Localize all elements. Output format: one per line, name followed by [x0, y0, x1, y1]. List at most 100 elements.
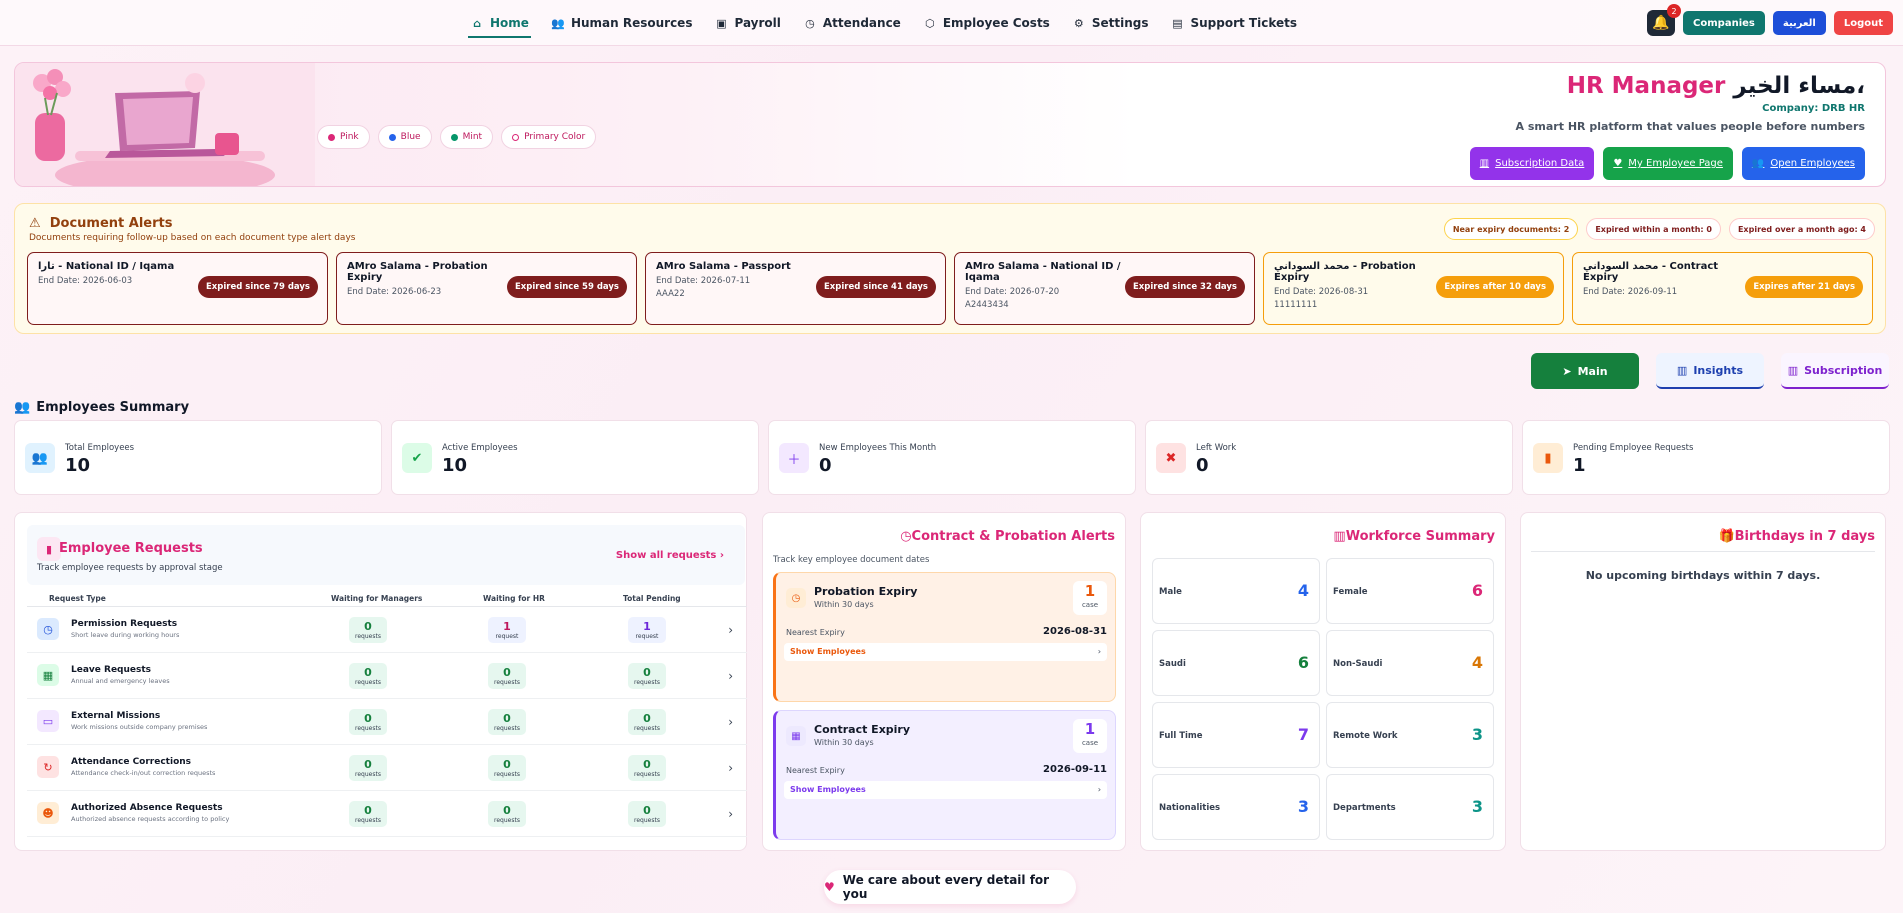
- empty-state: No upcoming birthdays within 7 days.: [1585, 569, 1821, 582]
- stat-label: Pending Employee Requests: [1573, 443, 1694, 453]
- stat-label: New Employees This Month: [819, 443, 937, 453]
- calendar-icon: ▦: [786, 726, 806, 746]
- status-badge: Expires after 21 days: [1745, 276, 1863, 298]
- chart-icon: ▥: [1333, 529, 1346, 544]
- table-row[interactable]: ▦ Leave Requests Annual and emergency le…: [27, 653, 747, 699]
- count-unit: requests: [494, 724, 520, 732]
- alert-card[interactable]: محمد السوداني - Contract Expiry End Date:…: [1572, 252, 1873, 325]
- nav-support-tickets[interactable]: ▤ Support Tickets: [1170, 0, 1297, 46]
- expired-over-month-pill[interactable]: Expired over a month ago: 4: [1728, 218, 1875, 240]
- near-expiry-pill[interactable]: Near expiry documents: 2: [1443, 218, 1579, 240]
- nav-label: Payroll: [734, 16, 781, 30]
- tab-label: Main: [1577, 364, 1608, 378]
- alert-card-title: محمد السوداني - Contract Expiry: [1583, 261, 1719, 283]
- workforce-cell: Full Time 7: [1152, 702, 1320, 768]
- link-label: Show all requests: [615, 550, 717, 561]
- summary-title-text: Employees Summary: [36, 400, 190, 415]
- show-employees-button[interactable]: Show Employees ›: [784, 643, 1107, 661]
- notifications-button[interactable]: 🔔 2: [1647, 4, 1682, 36]
- theme-pink[interactable]: Pink: [317, 125, 370, 149]
- count-value: 0: [503, 665, 511, 679]
- chevron-right-icon[interactable]: ›: [728, 715, 733, 729]
- nav-settings[interactable]: ⚙ Settings: [1072, 0, 1149, 46]
- theme-mint[interactable]: Mint: [439, 125, 494, 149]
- role-label: HR Manager: [1566, 73, 1726, 99]
- nav-home[interactable]: ⌂ Home: [468, 0, 531, 46]
- button-label: Show Employees: [790, 785, 866, 794]
- requests-subtitle: Track employee requests by approval stag…: [37, 563, 223, 573]
- chevron-right-icon[interactable]: ›: [728, 761, 733, 775]
- show-employees-button[interactable]: Show Employees ›: [784, 781, 1107, 799]
- nav-attendance[interactable]: ◷ Attendance: [803, 0, 901, 46]
- theme-label: Primary Color: [524, 132, 586, 142]
- expiry-subtitle: Within 30 days: [814, 600, 874, 609]
- subscription-data-button[interactable]: ▥ Subscription Data: [1469, 147, 1595, 180]
- alert-cards: تارا - National ID / Iqama End Date: 2026…: [27, 252, 1873, 325]
- warning-icon: ⚠: [29, 216, 41, 231]
- nav-human-resources[interactable]: 👥 Human Resources: [551, 0, 692, 46]
- hero-illustration: [15, 63, 315, 186]
- chevron-right-icon[interactable]: ›: [728, 669, 733, 683]
- count-unit: requests: [355, 770, 381, 778]
- show-all-requests-link[interactable]: Show all requests ›: [616, 550, 724, 561]
- stat-label: Active Employees: [442, 443, 518, 453]
- theme-blue[interactable]: Blue: [377, 125, 432, 149]
- table-row[interactable]: ↻ Attendance Corrections Attendance chec…: [27, 745, 747, 791]
- chart-icon: ▥: [1479, 158, 1490, 169]
- expiry-title: Probation Expiry: [814, 585, 918, 598]
- alert-card[interactable]: AMro Salama - National ID / Iqama End Dat…: [954, 252, 1255, 325]
- stat-value: 1: [1573, 455, 1586, 476]
- table-row[interactable]: ▭ External Missions Work missions outsid…: [27, 699, 747, 745]
- my-employee-page-button[interactable]: ♥ My Employee Page: [1603, 147, 1733, 180]
- clock-icon: ◷: [786, 588, 806, 608]
- alert-card[interactable]: تارا - National ID / Iqama End Date: 2026…: [27, 252, 328, 325]
- chart-icon: ▥: [1676, 363, 1688, 377]
- heart-icon: ♥: [824, 880, 835, 894]
- request-name: External Missions: [71, 711, 161, 721]
- stat-card: 👥 Total Employees 10: [14, 420, 382, 495]
- cell-label: Full Time: [1159, 731, 1203, 741]
- tab-subscription[interactable]: ▥ Subscription: [1781, 353, 1889, 389]
- user-x-icon: ✖: [1156, 443, 1186, 473]
- alert-card[interactable]: محمد السوداني - Probation Expiry End Date…: [1263, 252, 1564, 325]
- chevron-right-icon[interactable]: ›: [728, 807, 733, 821]
- tab-main[interactable]: ➤ Main: [1531, 353, 1639, 389]
- alert-card[interactable]: AMro Salama - Probation Expiry End Date: …: [336, 252, 637, 325]
- count-unit: requests: [634, 678, 660, 686]
- open-employees-button[interactable]: 👥 Open Employees: [1741, 147, 1865, 180]
- count-total: 0 requests: [628, 709, 666, 735]
- nav-payroll[interactable]: ▣ Payroll: [714, 0, 781, 46]
- table-row[interactable]: ◷ Permission Requests Short leave during…: [27, 607, 747, 653]
- cell-value: 6: [1297, 653, 1309, 672]
- cell-value: 3: [1471, 725, 1483, 744]
- alert-card[interactable]: AMro Salama - Passport End Date: 2026-07-…: [645, 252, 946, 325]
- count-unit: requests: [634, 770, 660, 778]
- tab-insights[interactable]: ▥ Insights: [1656, 353, 1764, 389]
- clock-icon: ◷: [805, 16, 815, 30]
- count-unit: requests: [494, 770, 520, 778]
- request-desc: Work missions outside company premises: [71, 723, 208, 731]
- expiry-count: 1 case: [1073, 719, 1107, 753]
- table-row[interactable]: ☻ Authorized Absence Requests Authorized…: [27, 791, 747, 837]
- gear-icon: ⚙: [1073, 16, 1084, 30]
- count-value: 1: [1084, 582, 1096, 600]
- alert-card-title: تارا - National ID / Iqama: [38, 261, 175, 272]
- clipboard-icon: ▮: [37, 537, 61, 561]
- employee-requests-panel: ▮ Employee Requests Track employee reque…: [14, 512, 747, 851]
- nearest-date: 2026-08-31: [1043, 626, 1107, 637]
- status-badge: Expired since 32 days: [1124, 276, 1245, 298]
- count-value: 0: [364, 665, 372, 679]
- user-plus-icon: ＋: [779, 443, 809, 473]
- nav-employee-costs[interactable]: ⬡ Employee Costs: [923, 0, 1050, 46]
- language-button[interactable]: العربية: [1772, 11, 1826, 35]
- contract-subtitle: Track key employee document dates: [773, 555, 930, 565]
- logout-button[interactable]: Logout: [1833, 11, 1893, 35]
- chevron-right-icon[interactable]: ›: [728, 623, 733, 637]
- expired-month-pill[interactable]: Expired within a month: 0: [1586, 218, 1721, 240]
- companies-button[interactable]: Companies: [1683, 11, 1765, 35]
- color-dot-icon: [512, 133, 520, 141]
- contract-alerts-panel: ◷Contract & Probation Alerts Track key e…: [762, 512, 1126, 851]
- theme-primary[interactable]: Primary Color: [501, 125, 597, 149]
- count-unit: request: [495, 632, 519, 640]
- notification-badge: 2: [1667, 4, 1682, 18]
